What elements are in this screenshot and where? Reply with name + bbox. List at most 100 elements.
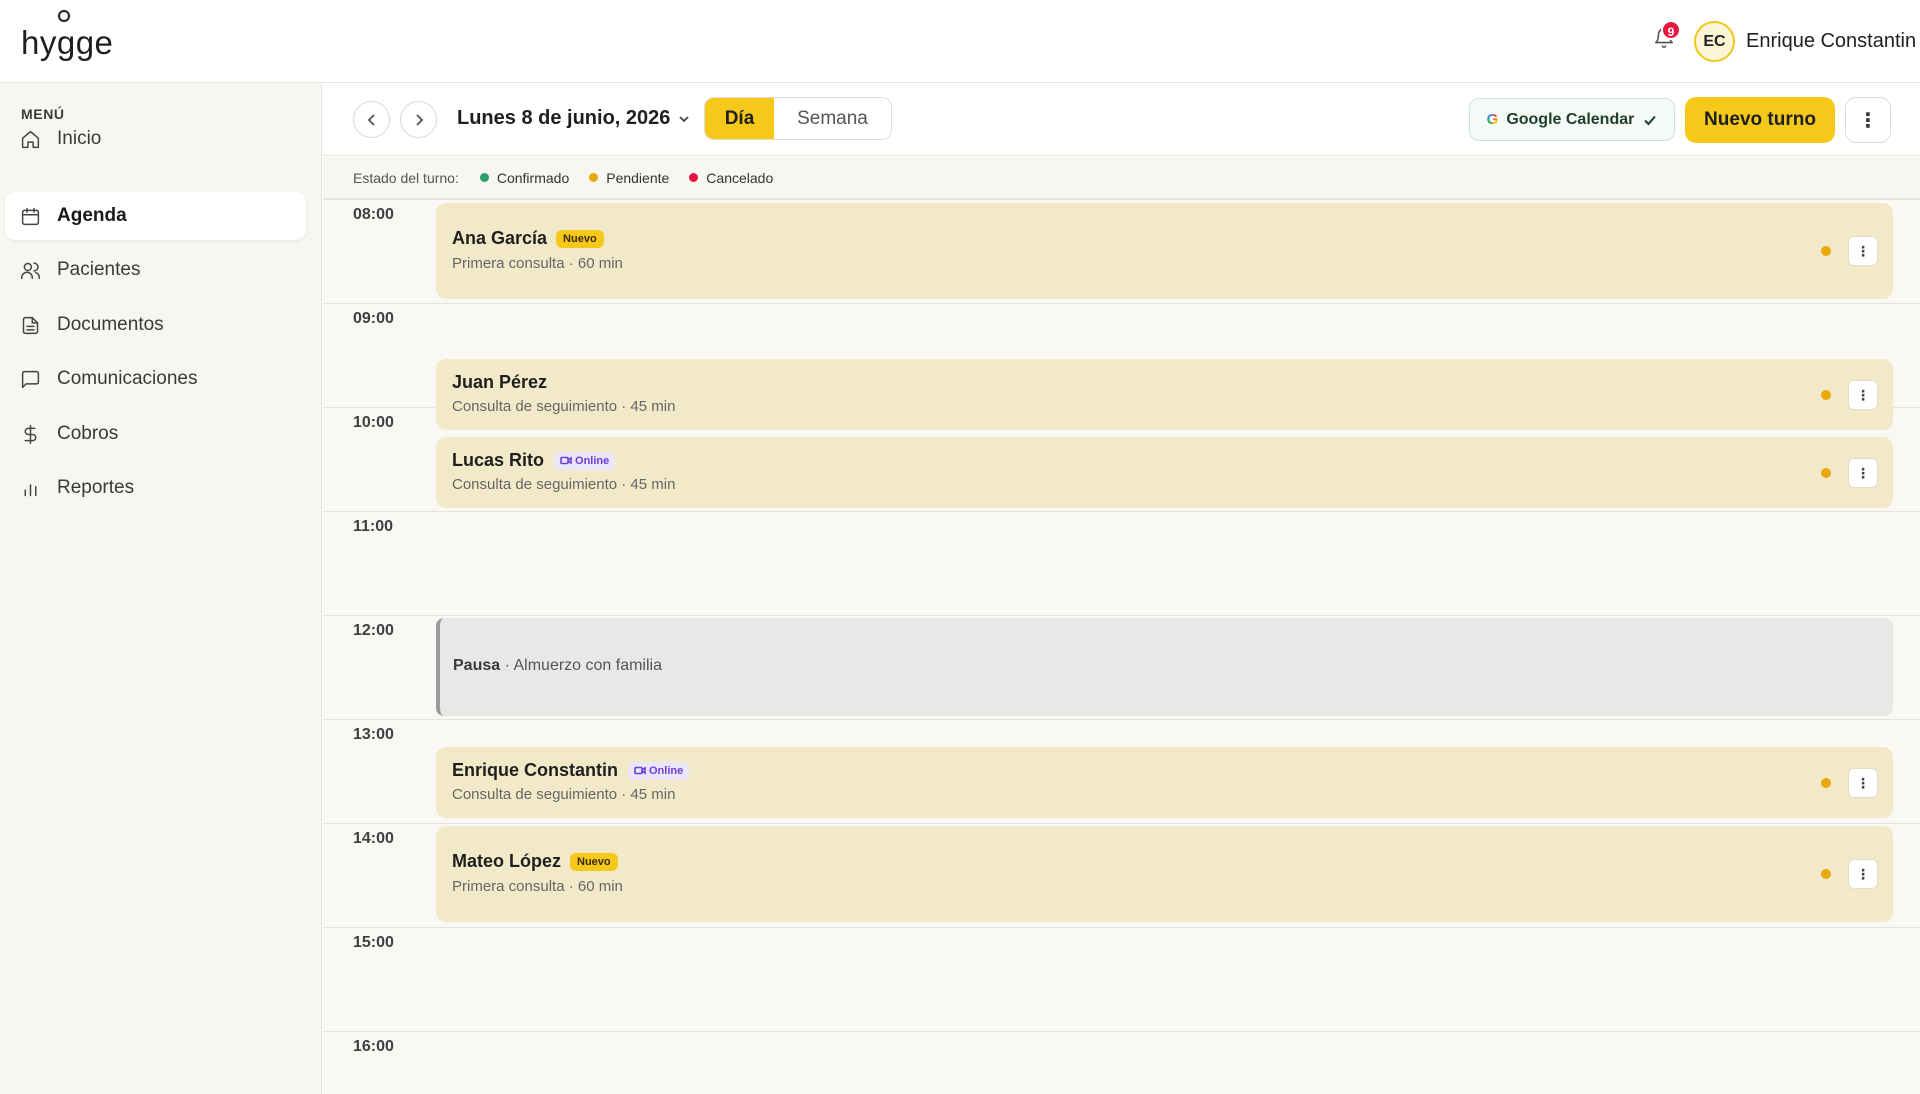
sidebar-item-documentos[interactable]: Documentos — [5, 301, 306, 349]
break-title: Pausa — [453, 657, 501, 674]
agenda-toolbar: Lunes 8 de junio, 2026 Día Semana G Goog… — [323, 83, 1920, 156]
hour-line — [323, 1031, 1920, 1032]
new-appointment-button[interactable]: Nuevo turno — [1685, 97, 1835, 143]
kebab-icon: ⋮ — [1856, 386, 1870, 403]
hour-line — [323, 927, 1920, 928]
dollar-icon — [24, 424, 37, 444]
hour-label: 13:00 — [353, 726, 394, 743]
online-badge: Online — [554, 451, 616, 470]
online-badge-label: Online — [649, 764, 684, 777]
pending-status-dot — [1821, 390, 1831, 400]
view-switcher: Día Semana — [704, 97, 892, 140]
kebab-icon: ⋮ — [1856, 865, 1870, 882]
sidebar-item-label: Inicio — [57, 128, 102, 149]
users-icon — [21, 261, 40, 279]
appointment-detail: Primera consulta · 60 min — [452, 878, 623, 895]
document-icon — [22, 316, 39, 334]
google-icon: G — [1486, 111, 1499, 128]
appointment-detail: Primera consulta · 60 min — [452, 255, 623, 272]
new-patient-badge: Nuevo — [556, 229, 604, 248]
chevron-down-icon — [679, 115, 690, 122]
kebab-icon: ⋮ — [1856, 464, 1870, 481]
day-calendar-grid[interactable]: 08:00 09:00 10:00 11:00 12:00 13:00 14:0… — [323, 199, 1920, 1094]
legend-label: Confirmado — [496, 169, 570, 186]
hour-line — [323, 823, 1920, 824]
appointment-detail: Consulta de seguimiento · 45 min — [452, 476, 676, 493]
sidebar-item-reportes[interactable]: Reportes — [5, 464, 306, 512]
legend-title: Estado del turno: — [353, 169, 459, 186]
more-options-button[interactable]: ⋮ — [1845, 97, 1891, 143]
kebab-icon: ⋮ — [1856, 774, 1870, 791]
logo-text: hygge — [21, 24, 114, 61]
user-avatar[interactable]: EC — [1694, 21, 1735, 62]
patient-name: Ana García — [452, 228, 548, 248]
sidebar-item-label: Documentos — [57, 314, 164, 335]
appointment-card[interactable]: Enrique Constantin Online Consulta de se… — [436, 747, 1893, 818]
sidebar-item-pacientes[interactable]: Pacientes — [5, 246, 306, 294]
break-detail: · Almuerzo con familia — [504, 657, 662, 674]
hour-label: 08:00 — [353, 206, 394, 223]
appointment-card[interactable]: Juan Pérez Consulta de seguimiento · 45 … — [436, 359, 1893, 430]
hour-line — [323, 303, 1920, 304]
hour-label: 14:00 — [353, 830, 394, 847]
previous-day-button[interactable] — [353, 101, 390, 138]
pending-status-dot — [1821, 869, 1831, 879]
appointment-detail: Consulta de seguimiento · 45 min — [452, 786, 676, 803]
legend-item-confirmed: Confirmado — [479, 169, 570, 186]
video-icon — [634, 766, 646, 775]
google-calendar-button[interactable]: G Google Calendar — [1469, 98, 1675, 141]
tab-week-view[interactable]: Semana — [774, 98, 891, 139]
new-patient-badge: Nuevo — [570, 852, 618, 871]
appointment-card[interactable]: Lucas Rito Online Consulta de seguimient… — [436, 437, 1893, 508]
kebab-icon: ⋮ — [1858, 109, 1878, 132]
logo-circle — [58, 10, 70, 22]
hour-line — [323, 719, 1920, 720]
current-date: Lunes 8 de junio, 2026 — [457, 107, 671, 129]
hour-label: 16:00 — [353, 1038, 394, 1055]
sidebar-item-agenda[interactable]: Agenda — [5, 192, 306, 240]
appointment-card[interactable]: Mateo López Nuevo Primera consulta · 60 … — [436, 826, 1893, 922]
pending-status-dot — [1821, 468, 1831, 478]
user-name[interactable]: Enrique Constantin — [1746, 30, 1916, 53]
sidebar-item-inicio[interactable]: Inicio — [5, 115, 306, 163]
chevron-left-icon — [367, 113, 375, 126]
date-picker[interactable]: Lunes 8 de junio, 2026 — [457, 107, 690, 130]
sidebar-item-label: Agenda — [57, 205, 127, 226]
patient-name: Juan Pérez — [452, 372, 548, 392]
chevron-right-icon — [415, 113, 423, 126]
appointment-menu-button[interactable]: ⋮ — [1848, 380, 1878, 410]
video-icon — [560, 456, 572, 465]
break-text: Pausa · Almuerzo con familia — [453, 657, 662, 675]
hour-label: 10:00 — [353, 414, 394, 431]
online-badge: Online — [628, 761, 690, 780]
home-icon — [21, 130, 40, 148]
appointment-menu-button[interactable]: ⋮ — [1848, 458, 1878, 488]
appointment-menu-button[interactable]: ⋮ — [1848, 236, 1878, 266]
patient-name: Mateo López — [452, 851, 562, 871]
pending-status-dot — [1821, 778, 1831, 788]
status-dot-icon — [479, 173, 489, 182]
hour-label: 12:00 — [353, 622, 394, 639]
break-block[interactable]: Pausa · Almuerzo con familia — [436, 618, 1893, 716]
pending-status-dot — [1821, 246, 1831, 256]
hour-label: 15:00 — [353, 934, 394, 951]
sidebar-item-label: Cobros — [57, 423, 119, 444]
legend-item-pending: Pendiente — [589, 170, 669, 186]
sidebar-item-cobros[interactable]: Cobros — [5, 410, 306, 458]
notifications-count-badge: 9 — [1661, 20, 1681, 40]
appointment-card[interactable]: Ana García Nuevo Primera consulta · 60 m… — [436, 203, 1893, 299]
patient-name: Enrique Constantin — [452, 760, 618, 780]
next-day-button[interactable] — [400, 101, 437, 138]
sidebar-item-comunicaciones[interactable]: Comunicaciones — [5, 355, 306, 403]
online-badge-label: Online — [575, 454, 610, 467]
app-logo[interactable]: hygge — [21, 10, 121, 70]
message-icon — [21, 370, 40, 388]
tab-day-view[interactable]: Día — [705, 98, 774, 139]
hour-label: 09:00 — [353, 310, 394, 327]
patient-name: Lucas Rito — [452, 450, 545, 470]
appointment-menu-button[interactable]: ⋮ — [1848, 768, 1878, 798]
check-icon — [1644, 115, 1657, 125]
sidebar-item-label: Reportes — [57, 477, 135, 498]
appointment-menu-button[interactable]: ⋮ — [1848, 859, 1878, 889]
appointment-detail: Consulta de seguimiento · 45 min — [452, 398, 676, 415]
